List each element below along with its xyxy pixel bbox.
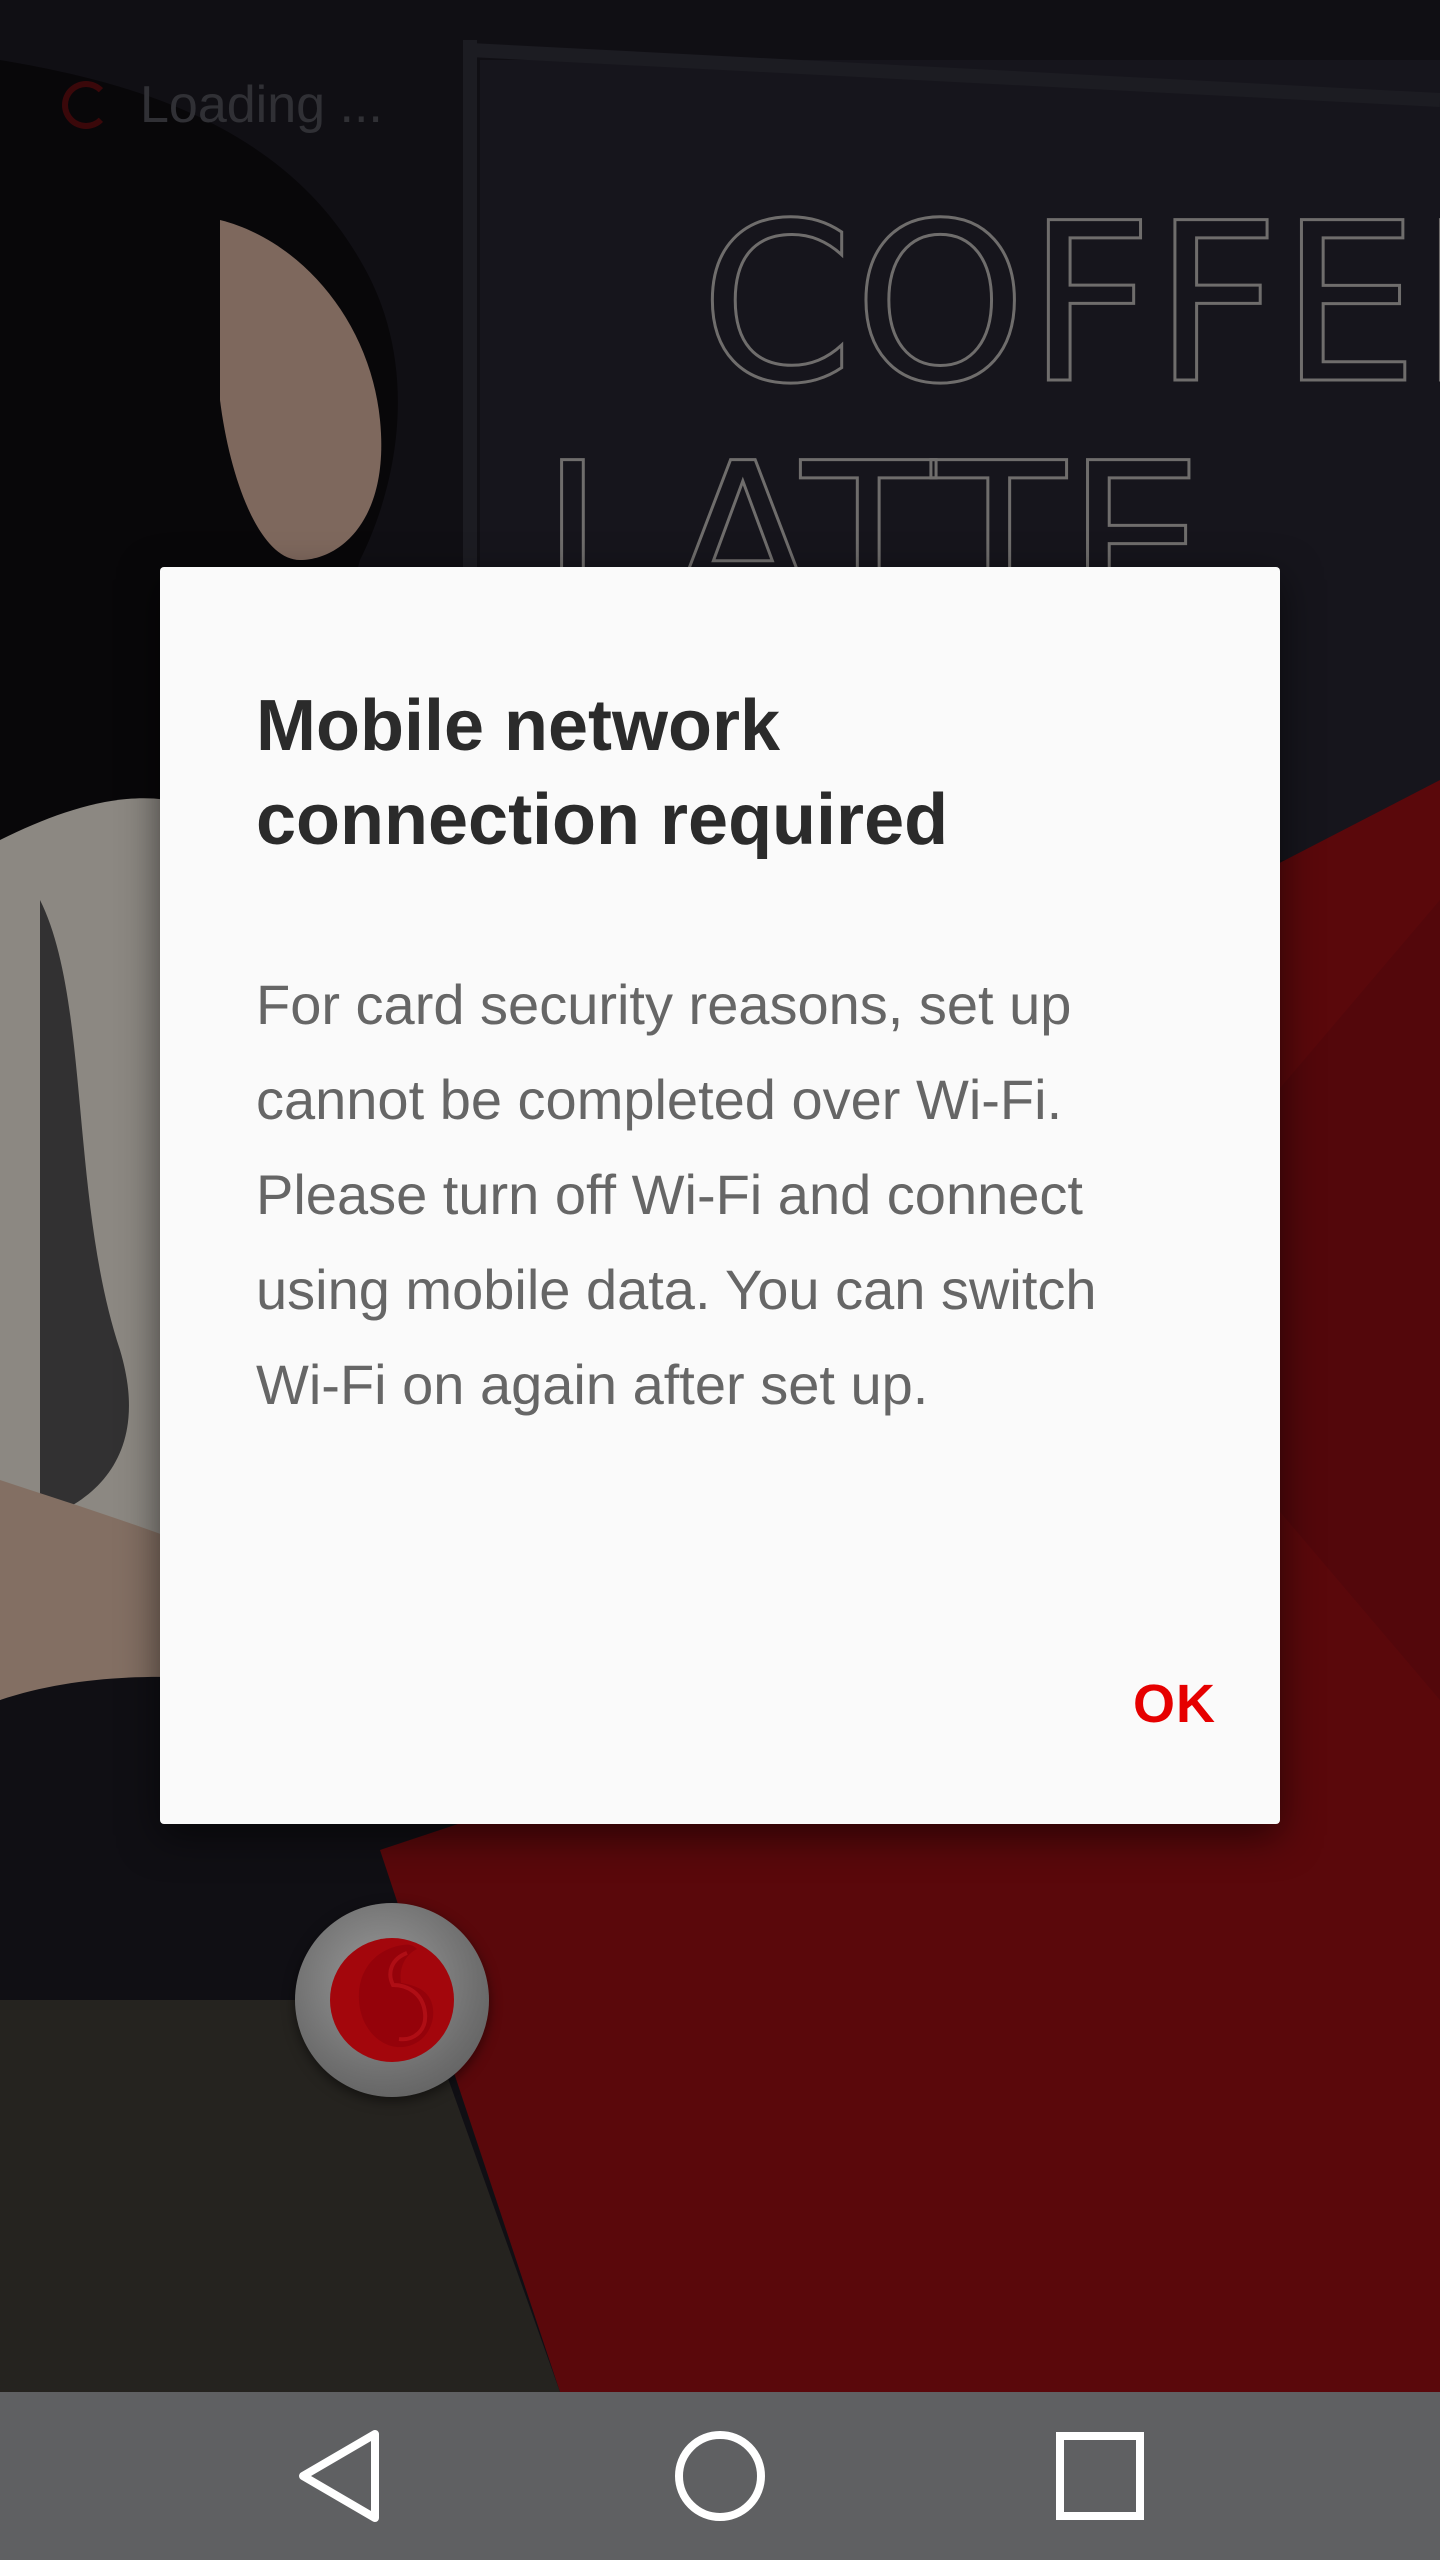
dialog-title: Mobile network connection required xyxy=(256,686,949,860)
nav-home-button[interactable] xyxy=(620,2392,820,2560)
nav-recents-button[interactable] xyxy=(1000,2392,1200,2560)
recents-square-icon xyxy=(1056,2432,1144,2520)
vodafone-logo-icon xyxy=(295,1903,489,2097)
ok-button[interactable]: OK xyxy=(1129,1657,1220,1751)
home-circle-icon xyxy=(675,2431,765,2521)
dialog-message: For card security reasons, set up cannot… xyxy=(256,973,1097,1416)
mobile-network-dialog: Mobile network connection required For c… xyxy=(160,567,1280,1824)
app-screen: COFFEE LATTE Loading ... Mobile network … xyxy=(0,0,1440,2560)
back-triangle-icon xyxy=(299,2430,379,2522)
nav-back-button[interactable] xyxy=(240,2392,440,2560)
system-navigation-bar xyxy=(0,2392,1440,2560)
